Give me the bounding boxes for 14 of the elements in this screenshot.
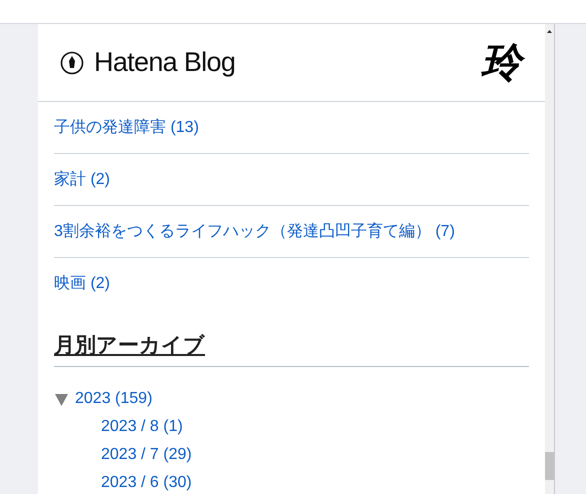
disclosure-triangle-icon[interactable] (54, 392, 69, 406)
category-link[interactable]: 子供の発達障害 (13) (54, 116, 199, 140)
logo-text[interactable]: Hatena Blog (94, 49, 236, 76)
archive-month-link[interactable]: 2023 / 6 (30) (101, 471, 192, 494)
category-link[interactable]: 映画 (2) (54, 272, 110, 296)
archive-month-link[interactable]: 2023 / 7 (29) (101, 443, 192, 467)
category-link[interactable]: 家計 (2) (54, 168, 110, 192)
pen-nib-icon (60, 50, 84, 74)
scrollbar-thumb[interactable] (545, 452, 554, 480)
archive-month-link[interactable]: 2023 / 8 (1) (101, 415, 183, 439)
archive-year-link[interactable]: 2023 (159) (75, 387, 152, 411)
scrollbar[interactable] (545, 24, 555, 494)
category-link[interactable]: 3割余裕をつくるライフハック（発達凸凹子育て編） (7) (54, 220, 455, 244)
section-heading: 月別アーカイブ (54, 333, 205, 359)
